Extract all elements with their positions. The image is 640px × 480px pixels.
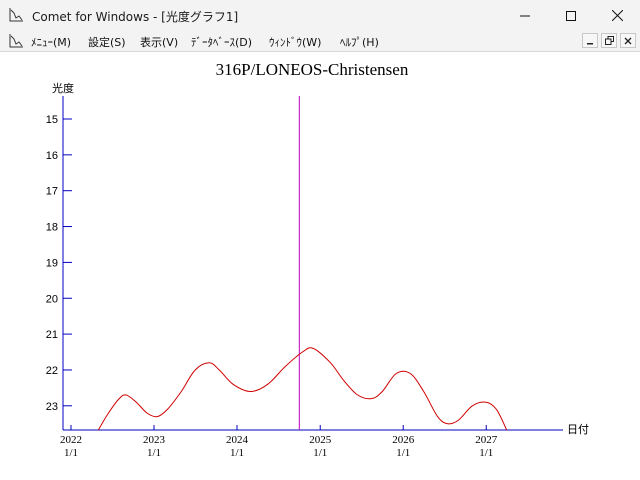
light-curve-chart: 316P/LONEOS-Christensen光度日付1516171819202…: [46, 60, 589, 459]
x-tick-year: 2024: [226, 434, 249, 446]
maximize-icon: [566, 10, 576, 21]
menu-help[interactable]: ﾍﾙﾌﾟ(H): [340, 34, 379, 50]
light-curve-line: [97, 347, 508, 431]
x-tick-date: 1/1: [230, 447, 244, 459]
x-axis-label: 日付: [567, 423, 589, 436]
menu-settings[interactable]: 設定(S): [88, 34, 126, 50]
menu-window[interactable]: ｳｨﾝﾄﾞｳ(W): [269, 34, 321, 50]
minimize-icon: [520, 15, 530, 16]
minimize-button[interactable]: [502, 0, 548, 31]
y-tick-label: 17: [46, 186, 58, 198]
menu-database[interactable]: ﾃﾞｰﾀﾍﾞｰｽ(D): [191, 34, 252, 50]
menu-menu[interactable]: ﾒﾆｭｰ(M): [31, 34, 71, 50]
x-tick-date: 1/1: [479, 447, 493, 459]
chart-title: 316P/LONEOS-Christensen: [216, 60, 409, 79]
x-tick-date: 1/1: [313, 447, 327, 459]
y-tick-label: 23: [46, 401, 58, 413]
x-tick-year: 2027: [475, 434, 498, 446]
document-icon[interactable]: [8, 33, 24, 49]
close-icon: [624, 37, 632, 44]
restore-icon: [604, 36, 614, 45]
y-tick-label: 19: [46, 257, 58, 269]
x-tick-year: 2023: [143, 434, 166, 446]
y-axis-label: 光度: [52, 81, 74, 95]
y-tick-label: 20: [46, 293, 58, 305]
child-restore-button[interactable]: [601, 33, 617, 48]
child-close-button[interactable]: [620, 33, 636, 48]
x-tick-date: 1/1: [396, 447, 410, 459]
x-tick-date: 1/1: [64, 447, 78, 459]
y-tick-label: 16: [46, 150, 58, 162]
menu-bar: ﾒﾆｭｰ(M) 設定(S) 表示(V) ﾃﾞｰﾀﾍﾞｰｽ(D) ｳｨﾝﾄﾞｳ(W…: [0, 31, 640, 51]
y-tick-label: 18: [46, 222, 58, 234]
minimize-icon: [587, 42, 593, 44]
menu-view[interactable]: 表示(V): [140, 34, 178, 50]
close-button[interactable]: [594, 0, 640, 31]
app-icon: [9, 8, 23, 22]
title-bar: Comet for Windows - [光度グラフ1]: [0, 0, 640, 31]
maximize-button[interactable]: [548, 0, 594, 31]
y-tick-label: 15: [46, 114, 58, 126]
x-tick-year: 2022: [60, 434, 82, 446]
y-tick-label: 22: [46, 365, 58, 377]
x-tick-year: 2025: [309, 434, 332, 446]
child-minimize-button[interactable]: [582, 33, 598, 48]
chart-window: 316P/LONEOS-Christensen 光度 日付 15 16 17 18 19 20 2…: [0, 51, 640, 480]
window-title: Comet for Windows - [光度グラフ1]: [32, 10, 239, 24]
x-tick-year: 2026: [392, 434, 415, 446]
x-tick-date: 1/1: [147, 447, 161, 459]
y-tick-label: 21: [46, 329, 58, 341]
close-icon: [611, 10, 623, 21]
